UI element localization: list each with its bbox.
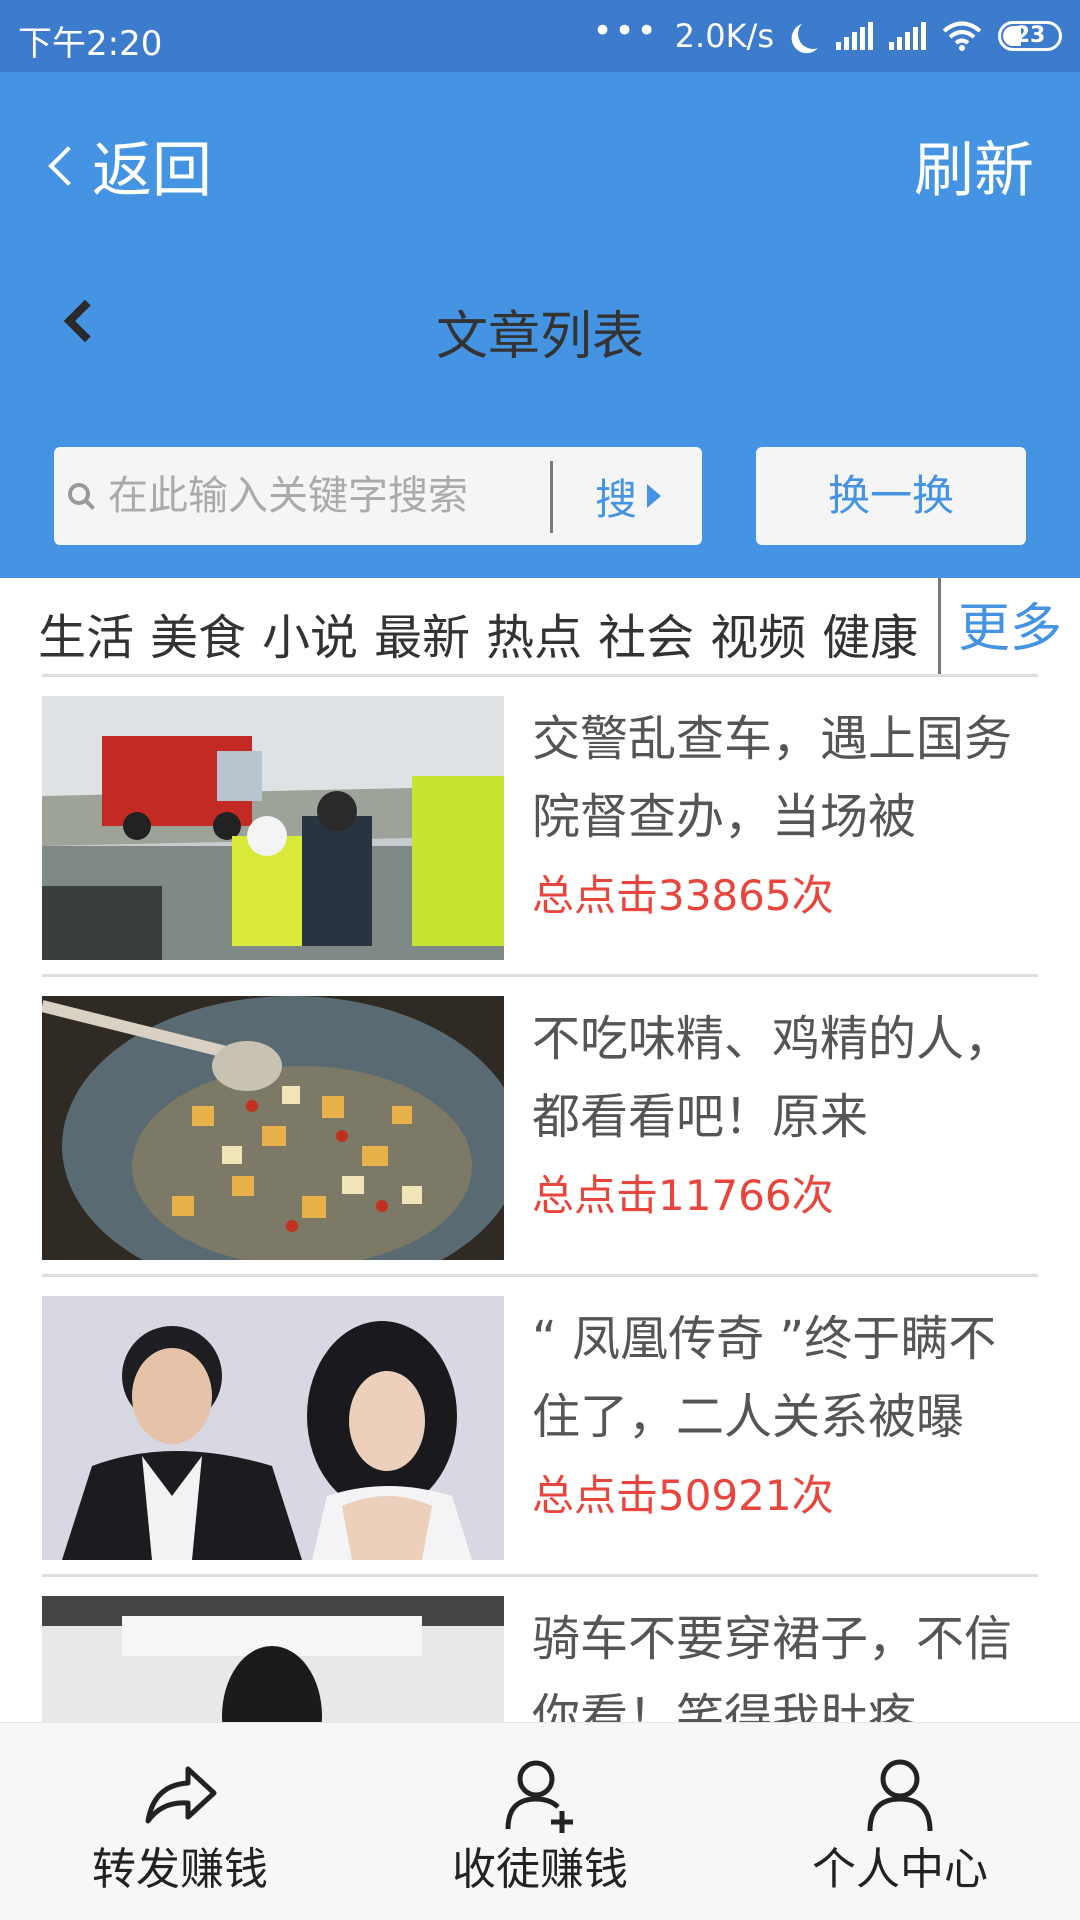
article-title: 交警乱查车，遇上国务院督查办，当场被 [532,711,1013,845]
signal-icon [836,22,873,50]
article-list: 交警乱查车，遇上国务院督查办，当场被 总点击33865次 不吃味精、鸡精的人，都… [0,678,1080,1722]
user-icon [867,1759,933,1832]
article-title: “ 凤凰传奇 ”终于瞒不住了，二人关系被曝 [532,1311,997,1445]
tab-recruit-earn[interactable]: 收徒赚钱 [360,1723,720,1920]
back-button[interactable]: 返回 [44,122,212,209]
category-item[interactable]: 生活 [38,598,134,668]
category-item[interactable]: 社会 [598,598,694,668]
refresh-button[interactable]: 刷新 [914,122,1034,209]
divider [42,974,1038,977]
add-user-icon [505,1760,573,1833]
status-bar: 下午2:20 ••• 2.0K/s 23 [0,0,1080,72]
nav-bar: 返回 刷新 [0,72,1080,240]
bottom-tab-bar: 转发赚钱 收徒赚钱 个人中心 [0,1722,1080,1920]
article-title: 骑车不要穿裙子，不信你看！笑得我肚疼 [532,1611,1013,1722]
moon-icon [796,17,831,52]
category-item[interactable]: 小说 [262,598,358,668]
wifi-icon [942,21,982,51]
search-button-label: 搜 [594,474,637,524]
category-item[interactable]: 最新 [374,598,470,668]
article-thumbnail [42,696,504,960]
category-bar: 生活 美食 小说 最新 热点 社会 视频 健康 更多 [0,578,1080,678]
play-icon [647,484,661,508]
article-thumbnail [42,1596,504,1722]
category-list: 生活 美食 小说 最新 热点 社会 视频 健康 [38,598,918,668]
battery-level: 23 [1014,23,1046,48]
more-categories-button[interactable]: 更多 [958,586,1062,661]
swap-button[interactable]: 换一换 [756,447,1026,545]
category-item[interactable]: 美食 [150,598,246,668]
more-dots-icon: ••• [592,11,659,51]
status-time: 下午2:20 [18,24,163,64]
article-item[interactable]: 交警乱查车，遇上国务院督查办，当场被 总点击33865次 [0,678,1080,978]
search-icon [68,483,90,505]
article-item[interactable]: 不吃味精、鸡精的人，都看看吧！原来 总点击11766次 [0,978,1080,1278]
tab-label: 收徒赚钱 [452,1844,628,1895]
category-item[interactable]: 视频 [710,598,806,668]
article-thumbnail [42,1296,504,1560]
article-thumbnail [42,996,504,1260]
status-indicators: ••• 2.0K/s 23 [592,11,1062,58]
share-icon [145,1766,217,1824]
category-item[interactable]: 热点 [486,598,582,668]
category-item[interactable]: 健康 [822,598,918,668]
tab-label: 个人中心 [812,1844,988,1895]
article-clicks: 总点击11766次 [532,1171,834,1220]
signal-icon [889,22,926,50]
article-clicks: 总点击50921次 [532,1471,834,1520]
back-label: 返回 [92,136,212,206]
divider [550,461,553,533]
page-title: 文章列表 [435,307,644,367]
divider [938,578,941,674]
search-box: 搜 [54,447,702,545]
battery-icon: 23 [998,21,1062,51]
search-input[interactable] [108,467,588,525]
tab-label: 转发赚钱 [92,1844,268,1895]
chevron-left-icon [48,145,88,186]
article-clicks: 总点击33865次 [532,871,834,920]
search-button[interactable]: 搜 [554,447,702,545]
divider [42,1574,1038,1577]
tab-personal-center[interactable]: 个人中心 [720,1723,1080,1920]
divider [42,1274,1038,1277]
article-item[interactable]: 骑车不要穿裙子，不信你看！笑得我肚疼 [0,1578,1080,1722]
tab-share-earn[interactable]: 转发赚钱 [0,1723,360,1920]
article-title: 不吃味精、鸡精的人，都看看吧！原来 [532,1011,1013,1145]
divider [42,674,1038,677]
network-speed: 2.0K/s [674,17,774,55]
article-item[interactable]: “ 凤凰传奇 ”终于瞒不住了，二人关系被曝 总点击50921次 [0,1278,1080,1578]
